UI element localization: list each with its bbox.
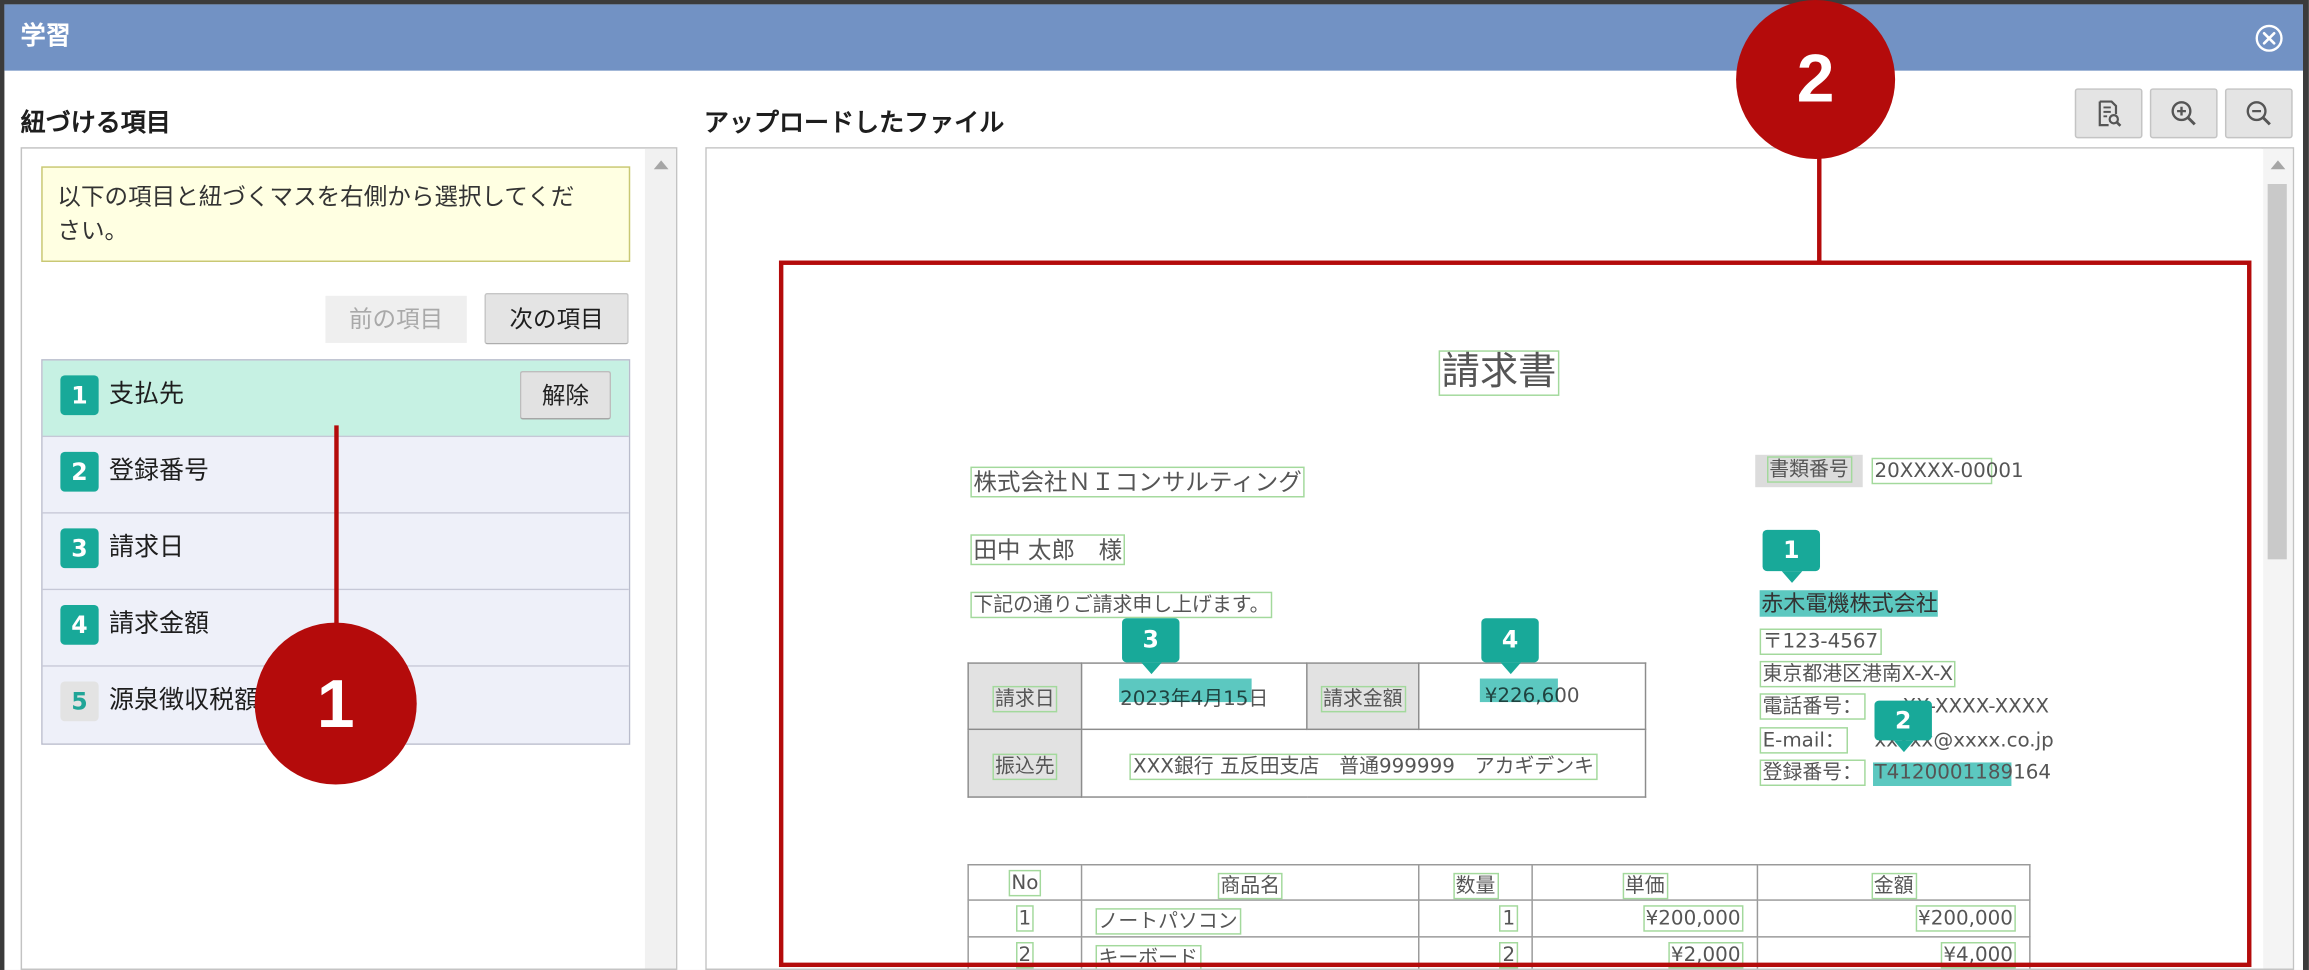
scroll-up-arrow-icon[interactable] xyxy=(2270,160,2286,170)
fit-page-button[interactable] xyxy=(2074,88,2143,139)
left-panel-heading: 紐づける項目 xyxy=(20,108,171,139)
instruction-text: 以下の項目と紐づくマスを右側から選択してください。 xyxy=(57,182,575,245)
screen: 学習 紐づける項目 以下の項目と紐づくマスを右側から選択してください。 前の項目… xyxy=(0,0,2309,970)
annotation-2-frame xyxy=(778,260,2252,968)
item-number-badge: 5 xyxy=(60,681,99,722)
title-bar: 学習 xyxy=(4,4,2303,71)
release-button[interactable]: 解除 xyxy=(519,370,612,420)
close-circle-icon[interactable] xyxy=(2254,24,2283,53)
item-number-badge: 2 xyxy=(60,451,99,492)
item-label: 支払先 xyxy=(108,379,185,410)
window-title: 学習 xyxy=(20,22,71,52)
item-number-badge: 3 xyxy=(60,528,99,569)
instruction-box: 以下の項目と紐づくマスを右側から選択してください。 xyxy=(41,166,631,262)
document-search-icon xyxy=(2098,100,2122,127)
prev-item-button[interactable]: 前の項目 xyxy=(325,295,467,343)
item-label: 登録番号 xyxy=(108,456,210,486)
annotation-2-leader-line xyxy=(1817,153,1822,262)
item-number-badge: 1 xyxy=(60,375,99,416)
annotation-1-circle: 1 xyxy=(254,622,417,785)
item-number-badge: 4 xyxy=(60,604,99,645)
zoom-in-icon xyxy=(2171,101,2196,126)
zoom-in-button[interactable] xyxy=(2149,88,2218,139)
zoom-out-icon xyxy=(2246,101,2271,126)
item-label: 請求金額 xyxy=(108,609,210,639)
scroll-up-arrow-icon[interactable] xyxy=(653,160,668,170)
item-label: 源泉徴収税額 xyxy=(108,685,260,716)
item-label: 請求日 xyxy=(108,532,185,563)
right-panel-heading: アップロードしたファイル xyxy=(703,108,1005,139)
zoom-out-button[interactable] xyxy=(2224,88,2293,139)
left-panel-scrollbar[interactable] xyxy=(644,148,676,969)
scrollbar-thumb[interactable] xyxy=(2267,183,2287,560)
next-item-button[interactable]: 次の項目 xyxy=(484,292,629,345)
left-panel: 以下の項目と紐づくマスを右側から選択してください。 前の項目 次の項目 1 支払… xyxy=(20,147,678,970)
annotation-2-circle: 2 xyxy=(1736,0,1896,159)
annotation-1-leader-line xyxy=(334,425,339,626)
document-scrollbar[interactable] xyxy=(2263,148,2293,969)
